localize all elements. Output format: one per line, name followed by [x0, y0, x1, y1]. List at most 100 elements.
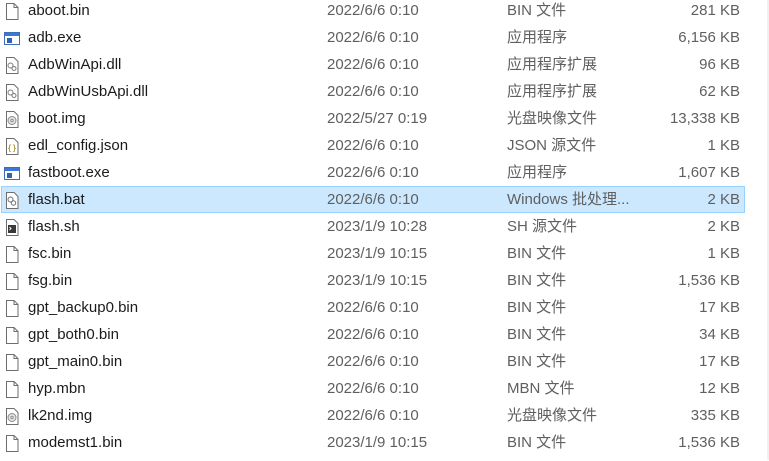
file-size: 1,607 KB	[678, 164, 740, 181]
file-type: Windows 批处理...	[507, 191, 630, 208]
script-terminal-icon	[4, 218, 20, 236]
file-size: 17 KB	[699, 299, 740, 316]
file-name: lk2nd.img	[28, 407, 93, 424]
file-row[interactable]: adb.exe 2022/6/6 0:10 应用程序 6,156 KB	[0, 24, 769, 51]
file-type: 应用程序	[507, 29, 568, 46]
file-row[interactable]: modemst1.bin 2023/1/9 10:15 BIN 文件 1,536 KB	[0, 429, 769, 456]
file-name: adb.exe	[28, 29, 82, 46]
file-size: 34 KB	[699, 326, 740, 343]
file-date-modified: 2023/1/9 10:15	[327, 272, 428, 289]
blank-file-icon	[4, 434, 20, 452]
blank-file-icon	[4, 272, 20, 290]
file-name: aboot.bin	[28, 2, 90, 19]
file-date-modified: 2023/1/9 10:15	[327, 434, 428, 451]
file-name: gpt_both0.bin	[28, 326, 119, 343]
file-row[interactable]: AdbWinUsbApi.dll 2022/6/6 0:10 应用程序扩展 62 KB	[0, 78, 769, 105]
file-date-modified: 2022/6/6 0:10	[327, 380, 419, 397]
file-date-modified: 2022/6/6 0:10	[327, 2, 419, 19]
file-type: SH 源文件	[507, 218, 578, 235]
file-type: BIN 文件	[507, 245, 567, 262]
batch-gear-icon	[4, 191, 20, 209]
file-row[interactable]: gpt_main0.bin 2022/6/6 0:10 BIN 文件 17 KB	[0, 348, 769, 375]
svg-text:{}: {}	[7, 144, 17, 153]
file-name: edl_config.json	[28, 137, 129, 154]
file-row[interactable]: aboot.bin 2022/6/6 0:10 BIN 文件 281 KB	[0, 0, 769, 24]
file-name: flash.sh	[28, 218, 80, 235]
file-size: 1 KB	[707, 137, 740, 154]
file-row[interactable]: flash.sh 2023/1/9 10:28 SH 源文件 2 KB	[0, 213, 769, 240]
file-size: 96 KB	[699, 56, 740, 73]
dll-gear-icon	[4, 83, 20, 101]
file-date-modified: 2022/6/6 0:10	[327, 353, 419, 370]
exe-window-icon	[4, 164, 20, 181]
file-row[interactable]: lk2nd.img 2022/6/6 0:10 光盘映像文件 335 KB	[0, 402, 769, 429]
file-type: BIN 文件	[507, 434, 567, 451]
file-row[interactable]: {} edl_config.json 2022/6/6 0:10 JSON 源文件 1 …	[0, 132, 769, 159]
file-date-modified: 2022/6/6 0:10	[327, 83, 419, 100]
file-size: 62 KB	[699, 83, 740, 100]
file-row[interactable]: gpt_both0.bin 2022/6/6 0:10 BIN 文件 34 KB	[0, 321, 769, 348]
file-name: flash.bat	[28, 191, 85, 208]
blank-file-icon	[4, 299, 20, 317]
file-type: 应用程序扩展	[507, 83, 598, 100]
file-row[interactable]: AdbWinApi.dll 2022/6/6 0:10 应用程序扩展 96 KB	[0, 51, 769, 78]
file-date-modified: 2022/5/27 0:19	[327, 110, 428, 127]
file-size: 17 KB	[699, 353, 740, 370]
file-name: AdbWinUsbApi.dll	[28, 83, 149, 100]
file-date-modified: 2023/1/9 10:15	[327, 245, 428, 262]
file-name: modemst1.bin	[28, 434, 123, 451]
file-type: BIN 文件	[507, 299, 567, 316]
file-size: 281 KB	[690, 2, 740, 19]
file-date-modified: 2022/6/6 0:10	[327, 29, 419, 46]
file-size: 1,536 KB	[678, 434, 740, 451]
file-type: BIN 文件	[507, 353, 567, 370]
file-size: 12 KB	[699, 380, 740, 397]
disc-image-icon	[4, 407, 20, 425]
json-braces-icon: {}	[4, 137, 20, 155]
file-date-modified: 2022/6/6 0:10	[327, 56, 419, 73]
file-size: 335 KB	[690, 407, 740, 424]
file-row[interactable]: fsc.bin 2023/1/9 10:15 BIN 文件 1 KB	[0, 240, 769, 267]
file-type: 应用程序	[507, 164, 568, 181]
file-size: 2 KB	[707, 191, 740, 208]
file-date-modified: 2022/6/6 0:10	[327, 191, 419, 208]
file-size: 1 KB	[707, 245, 740, 262]
file-size: 6,156 KB	[678, 29, 740, 46]
file-type: 光盘映像文件	[507, 407, 598, 424]
file-name: hyp.mbn	[28, 380, 86, 397]
file-size: 1,536 KB	[678, 272, 740, 289]
file-date-modified: 2022/6/6 0:10	[327, 299, 419, 316]
file-date-modified: 2022/6/6 0:10	[327, 164, 419, 181]
file-name: gpt_backup0.bin	[28, 299, 139, 316]
file-row[interactable]: boot.img 2022/5/27 0:19 光盘映像文件 13,338 KB	[0, 105, 769, 132]
blank-file-icon	[4, 353, 20, 371]
file-date-modified: 2022/6/6 0:10	[327, 326, 419, 343]
file-name: boot.img	[28, 110, 86, 127]
blank-file-icon	[4, 326, 20, 344]
file-list: aboot.bin 2022/6/6 0:10 BIN 文件 281 KB adb.ex…	[0, 0, 769, 456]
file-row[interactable]: fsg.bin 2023/1/9 10:15 BIN 文件 1,536 KB	[0, 267, 769, 294]
file-size: 13,338 KB	[669, 110, 740, 127]
blank-file-icon	[4, 2, 20, 20]
file-row[interactable]: hyp.mbn 2022/6/6 0:10 MBN 文件 12 KB	[0, 375, 769, 402]
file-date-modified: 2023/1/9 10:28	[327, 218, 428, 235]
disc-image-icon	[4, 110, 20, 128]
file-type: 光盘映像文件	[507, 110, 598, 127]
file-type: JSON 源文件	[507, 137, 597, 154]
file-name: fastboot.exe	[28, 164, 110, 181]
file-type: MBN 文件	[507, 380, 575, 397]
file-size: 2 KB	[707, 218, 740, 235]
file-name: fsg.bin	[28, 272, 73, 289]
blank-file-icon	[4, 380, 20, 398]
blank-file-icon	[4, 245, 20, 263]
exe-window-icon	[4, 29, 20, 46]
file-date-modified: 2022/6/6 0:10	[327, 137, 419, 154]
file-row-selected[interactable]: flash.bat 2022/6/6 0:10 Windows 批处理... 2 KB	[0, 186, 769, 213]
file-type: BIN 文件	[507, 2, 567, 19]
file-type: BIN 文件	[507, 272, 567, 289]
file-type: BIN 文件	[507, 326, 567, 343]
file-type: 应用程序扩展	[507, 56, 598, 73]
file-row[interactable]: fastboot.exe 2022/6/6 0:10 应用程序 1,607 KB	[0, 159, 769, 186]
file-name: fsc.bin	[28, 245, 72, 262]
file-row[interactable]: gpt_backup0.bin 2022/6/6 0:10 BIN 文件 17 KB	[0, 294, 769, 321]
